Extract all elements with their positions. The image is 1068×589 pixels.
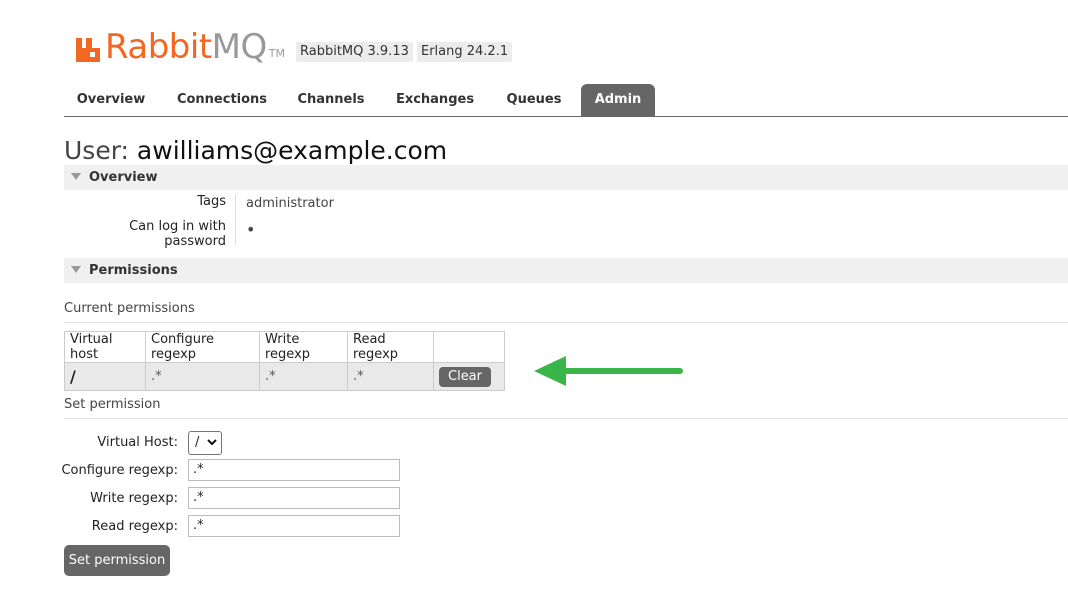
col-configure-regexp: Configure regexp: [145, 331, 260, 363]
tags-label: Tags: [197, 194, 226, 209]
vhost-select-value: /: [195, 435, 200, 450]
tags-value: administrator: [246, 196, 334, 211]
col-virtual-host: Virtual host: [64, 331, 146, 363]
set-permission-heading: Set permission: [64, 396, 1068, 419]
logo-rabbit-text: Rabbit: [105, 27, 212, 67]
cell-read: .*: [347, 362, 434, 391]
rabbitmq-version-badge: RabbitMQ 3.9.13: [296, 42, 413, 62]
logo-tm: TM: [268, 47, 285, 60]
read-field-label: Read regexp:: [91, 519, 178, 534]
current-permissions-heading: Current permissions: [64, 300, 1068, 323]
table-header-row: Virtual host Configure regexp Write rege…: [64, 331, 505, 363]
overview-divider: [235, 194, 236, 245]
cell-vhost: /: [64, 362, 146, 391]
erlang-version-badge: Erlang 24.2.1: [417, 42, 513, 62]
vhost-select[interactable]: /: [188, 431, 222, 455]
tab-channels[interactable]: Channels: [290, 84, 372, 116]
page-title-prefix: User:: [64, 136, 129, 165]
vhost-field-label: Virtual Host:: [97, 435, 178, 450]
read-regexp-input[interactable]: .*: [188, 515, 400, 537]
configure-regexp-input[interactable]: .*: [188, 459, 400, 481]
set-permission-label: Set permission: [64, 397, 161, 412]
arrow-left-icon: [532, 354, 686, 392]
tab-connections[interactable]: Connections: [172, 84, 272, 116]
permissions-section-label: Permissions: [89, 263, 178, 278]
write-regexp-input[interactable]: .*: [188, 487, 400, 509]
page-title-user: awilliams@example.com: [136, 136, 448, 165]
rabbitmq-logo-icon: [74, 36, 102, 64]
clear-permission-button[interactable]: Clear: [439, 366, 491, 387]
chevron-down-icon: [206, 431, 218, 461]
cell-write: .*: [259, 362, 348, 391]
collapse-triangle-icon: [71, 266, 81, 273]
table-row: / .* .* .* Clear: [64, 362, 505, 391]
write-field-label: Write regexp:: [90, 491, 178, 506]
tab-admin[interactable]: Admin: [581, 84, 655, 116]
col-write-regexp: Write regexp: [259, 331, 348, 363]
col-actions: [433, 331, 505, 363]
overview-section-header[interactable]: Overview: [64, 165, 1068, 190]
overview-section-label: Overview: [89, 170, 158, 185]
tab-overview[interactable]: Overview: [68, 84, 154, 116]
collapse-triangle-icon: [71, 173, 81, 180]
logo-mq-text: MQ: [211, 27, 268, 67]
permissions-table: Virtual host Configure regexp Write rege…: [64, 331, 505, 391]
page-title: User: awilliams@example.com: [64, 136, 447, 165]
tab-queues[interactable]: Queues: [498, 84, 570, 116]
main-nav-tabs: Overview Connections Channels Exchanges …: [64, 84, 1068, 117]
rabbitmq-logo: Rabbit MQ TM: [74, 24, 285, 64]
configure-field-label: Configure regexp:: [61, 463, 178, 478]
cell-configure: .*: [145, 362, 260, 391]
col-read-regexp: Read regexp: [347, 331, 434, 363]
tab-exchanges[interactable]: Exchanges: [390, 84, 480, 116]
can-login-value: •: [246, 220, 256, 239]
permissions-section-header[interactable]: Permissions: [64, 258, 1068, 283]
cell-action: Clear: [433, 362, 505, 391]
can-login-label: Can log in with password: [129, 219, 226, 249]
current-permissions-label: Current permissions: [64, 301, 195, 316]
set-permission-button[interactable]: Set permission: [64, 545, 170, 576]
